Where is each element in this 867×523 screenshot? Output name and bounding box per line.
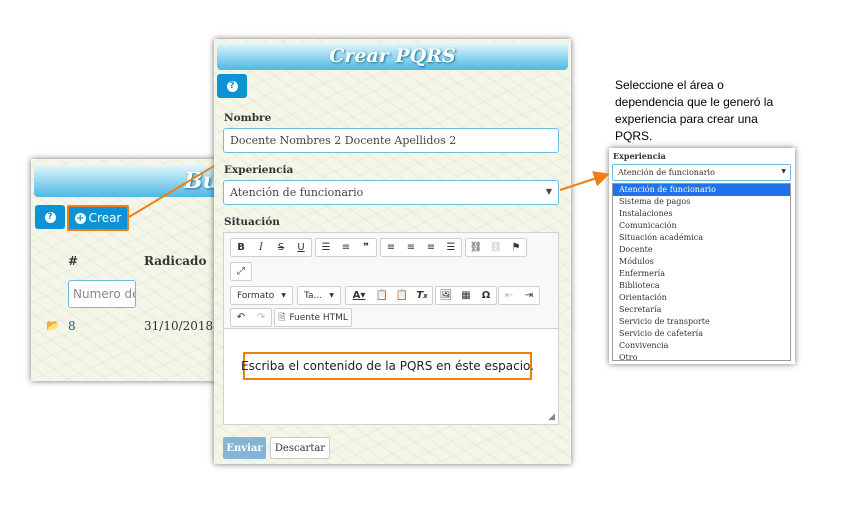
italic-icon[interactable]: I <box>251 239 271 256</box>
dropdown-option[interactable]: Atención de funcionario <box>613 184 790 196</box>
font-size-combo[interactable]: Ta... ▼ <box>297 286 341 305</box>
row-radicado: 31/10/2018 <box>144 319 214 333</box>
anchor-flag-icon[interactable]: ⚑ <box>506 239 526 256</box>
link-group: ⛓ ⛓ ⚑ <box>465 238 527 257</box>
text-color-icon[interactable]: A▾ <box>346 287 372 304</box>
caret-down-icon: ▼ <box>281 292 286 299</box>
caret-down-icon: ▼ <box>781 168 786 175</box>
align-right-icon[interactable]: ≡ <box>421 239 441 256</box>
content-hint-callout: Escriba el contenido de la PQRS en éste … <box>241 352 534 380</box>
numbered-list-icon[interactable]: ≡ <box>336 239 356 256</box>
column-header-radicado: Radicado <box>144 254 207 268</box>
descartar-button[interactable]: Descartar <box>270 437 330 459</box>
instruction-annotation: Seleccione el área o dependencia que le … <box>615 78 774 143</box>
rich-text-editor: B I S U ☰ ≡ ❞ ≡ ≡ ≡ ☰ ⛓ ⛓ ⚑ ⤢ Formato ▼ … <box>223 232 559 425</box>
bold-icon[interactable]: B <box>231 239 251 256</box>
nombre-label: Nombre <box>224 112 272 124</box>
link-icon[interactable]: ⛓ <box>466 239 486 256</box>
dropdown-option[interactable]: Comunicación <box>613 220 790 232</box>
plus-circle-icon: + <box>74 212 86 224</box>
list-help-button[interactable]: ? <box>35 205 65 229</box>
dropdown-option[interactable]: Orientación <box>613 292 790 304</box>
dropdown-option[interactable]: Secretaría <box>613 304 790 316</box>
nombre-input[interactable]: Docente Nombres 2 Docente Apellidos 2 <box>223 128 559 153</box>
list-group: ☰ ≡ ❞ <box>315 238 377 257</box>
folder-open-icon[interactable]: 📂 <box>46 319 60 332</box>
dropdown-option[interactable]: Docente <box>613 244 790 256</box>
format-combo-label: Formato <box>237 290 275 301</box>
crear-button[interactable]: + Crear <box>67 205 129 231</box>
editor-toolbar: B I S U ☰ ≡ ❞ ≡ ≡ ≡ ☰ ⛓ ⛓ ⚑ ⤢ Formato ▼ … <box>224 233 558 329</box>
align-justify-icon[interactable]: ☰ <box>441 239 461 256</box>
paste-icon[interactable]: 📋 <box>372 287 392 304</box>
strikethrough-icon[interactable]: S <box>271 239 291 256</box>
resize-handle-icon[interactable]: ◢ <box>548 412 555 422</box>
dropdown-option[interactable]: Situación académica <box>613 232 790 244</box>
remove-format-icon[interactable]: Tx <box>412 287 432 304</box>
insert-group: 🖼 ▦ Ω <box>435 286 497 305</box>
dropdown-option[interactable]: Módulos <box>613 256 790 268</box>
dropdown-label: Experiencia <box>613 151 666 161</box>
outdent-icon[interactable]: ⇤ <box>499 287 519 304</box>
column-header-number: # <box>68 254 79 268</box>
dropdown-option[interactable]: Servicio de transporte <box>613 316 790 328</box>
question-circle-icon: ? <box>226 80 238 92</box>
question-circle-icon: ? <box>44 211 56 223</box>
dropdown-option[interactable]: Biblioteca <box>613 280 790 292</box>
dropdown-option[interactable]: Enfermería <box>613 268 790 280</box>
caret-down-icon: ▼ <box>545 187 552 196</box>
enviar-button[interactable]: Enviar <box>223 437 266 459</box>
color-paste-group: A▾ 📋 📋 Tx <box>345 286 433 305</box>
align-center-icon[interactable]: ≡ <box>401 239 421 256</box>
form-title: Crear PQRS <box>217 43 568 70</box>
unlink-icon[interactable]: ⛓ <box>486 239 506 256</box>
underline-icon[interactable]: U <box>291 239 311 256</box>
dropdown-select[interactable]: Atención de funcionario ▼ <box>612 164 791 181</box>
special-char-icon[interactable]: Ω <box>476 287 496 304</box>
experiencia-select[interactable]: Atención de funcionario ▼ <box>223 180 559 205</box>
dropdown-options-list: Atención de funcionario Sistema de pagos I… <box>612 183 791 364</box>
table-icon[interactable]: ▦ <box>456 287 476 304</box>
dropdown-option[interactable]: Sistema de pagos <box>613 196 790 208</box>
basic-styles-group: B I S U <box>230 238 312 257</box>
source-html-label: Fuente HTML <box>289 312 348 323</box>
row-number[interactable]: 8 <box>68 319 76 333</box>
dropdown-option[interactable]: Convivencia <box>613 340 790 352</box>
align-left-icon[interactable]: ≡ <box>381 239 401 256</box>
dropdown-option[interactable]: Servicio de cafetería <box>613 328 790 340</box>
undo-group: ↶ ↷ <box>230 308 272 327</box>
image-icon[interactable]: 🖼 <box>436 287 456 304</box>
editor-content-area[interactable]: Escriba el contenido de la PQRS en éste … <box>224 330 558 424</box>
blockquote-icon[interactable]: ❞ <box>356 239 376 256</box>
crear-pqrs-form: Crear PQRS ? Nombre Docente Nombres 2 Do… <box>214 39 571 464</box>
dropdown-selected-value: Atención de funcionario <box>618 168 715 177</box>
dropdown-option[interactable]: Instalaciones <box>613 208 790 220</box>
situacion-label: Situación <box>224 216 280 228</box>
dropdown-option[interactable]: Otro <box>613 352 790 364</box>
experiencia-label: Experiencia <box>224 164 294 176</box>
indent-group: ⇤ ⇥ <box>498 286 540 305</box>
crear-button-label: Crear <box>88 211 122 225</box>
indent-icon[interactable]: ⇥ <box>519 287 539 304</box>
font-size-combo-label: Ta... <box>304 290 323 301</box>
number-filter-input[interactable]: Numero de <box>68 280 136 308</box>
undo-icon[interactable]: ↶ <box>231 309 251 326</box>
experiencia-selected-value: Atención de funcionario <box>230 186 364 199</box>
list-header: Bu <box>34 165 231 197</box>
format-combo[interactable]: Formato ▼ <box>230 286 293 305</box>
form-help-button[interactable]: ? <box>217 74 247 98</box>
source-html-button[interactable]: 🗎 Fuente HTML <box>274 308 352 327</box>
paste-text-icon[interactable]: 📋 <box>392 287 412 304</box>
pqrs-list-window: Bu ? + Crear # Radicado Numero de 📂 8 31… <box>31 159 231 381</box>
maximize-group: ⤢ <box>230 262 252 281</box>
redo-icon[interactable]: ↷ <box>251 309 271 326</box>
maximize-icon[interactable]: ⤢ <box>231 263 251 280</box>
experiencia-dropdown-zoom: Experiencia Atención de funcionario ▼ At… <box>609 148 795 364</box>
bulleted-list-icon[interactable]: ☰ <box>316 239 336 256</box>
source-file-icon: 🗎 <box>278 312 286 323</box>
align-group: ≡ ≡ ≡ ☰ <box>380 238 462 257</box>
caret-down-icon: ▼ <box>329 292 334 299</box>
